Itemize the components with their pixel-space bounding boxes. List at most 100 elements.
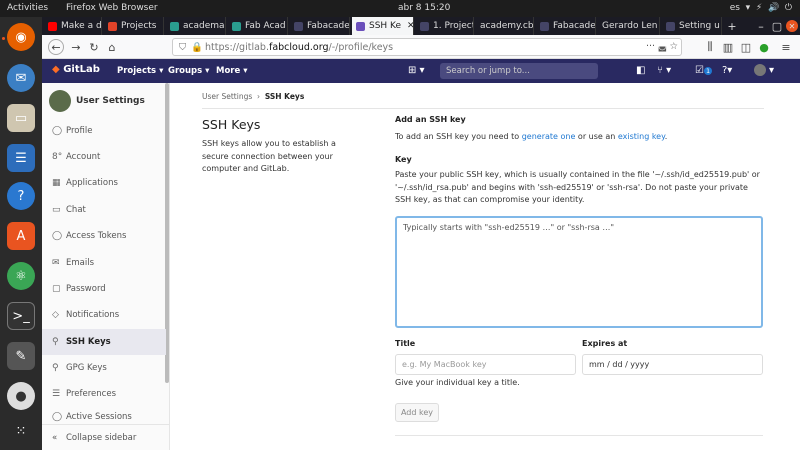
browser-tab[interactable]: Setting u [662, 17, 722, 35]
sidebar-item-gpg-keys[interactable]: ⚲ GPG Keys [42, 355, 166, 381]
intro-text: or use an [575, 132, 618, 141]
home-icon[interactable]: ⌂ [104, 39, 120, 55]
breadcrumb-parent[interactable]: User Settings [202, 92, 252, 101]
browser-tab[interactable]: academy.cba [476, 17, 534, 35]
url-path: /-/profile/keys [328, 42, 394, 53]
sidebar-title[interactable]: User Settings [76, 96, 145, 106]
page-actions-icon[interactable]: ··· [646, 41, 655, 52]
help-icon[interactable]: ? [7, 182, 35, 210]
extension-icon[interactable]: ● [756, 39, 772, 55]
sidebar-item-password[interactable]: ▢ Password [42, 276, 166, 302]
token-icon: ◯ [52, 231, 63, 241]
library-icon[interactable]: ⫼ [702, 39, 718, 55]
browser-tab[interactable]: Gerardo Len [598, 17, 660, 35]
existing-key-link[interactable]: existing key [618, 132, 665, 141]
browser-tab[interactable]: academa [166, 17, 226, 35]
generate-one-link[interactable]: generate one [522, 132, 576, 141]
new-item-icon[interactable]: ⊞ ▾ [408, 65, 425, 76]
screenshot-icon[interactable]: ◫ [738, 39, 754, 55]
browser-tab-strip: Make a d Projects academa Fab Acad Fabac… [42, 17, 800, 35]
system-tray[interactable]: es ▾ ⚡ 🔊 ⏻ [730, 3, 792, 13]
files-icon[interactable]: ▭ [7, 104, 35, 132]
expires-label: Expires at [582, 339, 628, 348]
language-indicator[interactable]: es [730, 3, 740, 13]
show-apps-icon[interactable]: ⁙ [7, 417, 35, 445]
breadcrumb-current[interactable]: SSH Keys [265, 92, 304, 101]
gitlab-logo[interactable]: ◆ GitLab [52, 64, 100, 75]
bookmark-star-icon[interactable]: ☆ [669, 41, 678, 52]
url-bar[interactable]: ⛉ 🔒 https://gitlab.fabcloud.org/-/profil… [172, 38, 682, 56]
minimize-icon[interactable]: – [754, 17, 768, 35]
os-top-bar: Activities Firefox Web Browser abr 8 15:… [0, 0, 800, 17]
browser-tab-active[interactable]: SSH Ke ✕ [352, 17, 414, 35]
issues-icon[interactable]: ◧ [636, 65, 645, 76]
add-key-intro: To add an SSH key you need to generate o… [395, 131, 667, 144]
nav-more[interactable]: More ▾ [216, 66, 248, 76]
url-text[interactable]: https://gitlab.fabcloud.org/-/profile/ke… [205, 42, 393, 53]
firefox-icon[interactable]: ◉ [7, 23, 35, 51]
nav-label: More [216, 66, 241, 76]
close-tab-icon[interactable]: ✕ [407, 21, 413, 31]
browser-tab[interactable]: Fabacade [290, 17, 350, 35]
browser-tab[interactable]: Fab Acad [228, 17, 288, 35]
sidebar-item-ssh-keys[interactable]: ⚲ SSH Keys [42, 329, 166, 355]
expires-date-input[interactable]: mm / dd / yyyy [582, 354, 763, 375]
avatar[interactable] [49, 90, 71, 112]
gimp-icon[interactable]: ✎ [7, 342, 35, 370]
sidebar-item-profile[interactable]: ◯ Profile [42, 118, 166, 144]
tab-label: academa [183, 21, 225, 31]
pocket-icon[interactable]: ◛ [658, 41, 667, 52]
sidebar-item-applications[interactable]: ▦ Applications [42, 170, 166, 196]
intro-text: . [664, 132, 668, 141]
main-content: User Settings › SSH Keys SSH Keys SSH ke… [171, 83, 800, 450]
writer-icon[interactable]: ☰ [7, 144, 35, 172]
tanuki-icon: ◆ [52, 64, 60, 75]
terminal-icon[interactable]: >_ [7, 302, 35, 330]
sidebar-item-preferences[interactable]: ☰ Preferences [42, 381, 166, 407]
merge-requests-icon[interactable]: ⑂ ▾ [657, 65, 671, 76]
browser-tab[interactable]: Make a d [44, 17, 102, 35]
lock-icon[interactable]: 🔒 [191, 42, 203, 53]
thunderbird-icon[interactable]: ✉ [7, 64, 35, 92]
browser-tab[interactable]: 1. Project [416, 17, 474, 35]
title-input[interactable]: e.g. My MacBook key [395, 354, 576, 375]
back-icon[interactable]: ← [48, 39, 64, 55]
nav-projects[interactable]: Projects ▾ [117, 66, 163, 76]
sidebar-item-active-sessions[interactable]: ◯ Active Sessions [42, 408, 166, 422]
maximize-icon[interactable]: ▢ [770, 17, 784, 35]
user-menu-chevron-icon[interactable]: ▾ [769, 65, 774, 76]
collapse-sidebar-button[interactable]: « Collapse sidebar [42, 424, 169, 450]
sidebar-item-chat[interactable]: ▭ Chat [42, 197, 166, 223]
atom-icon[interactable]: ⚛ [7, 262, 35, 290]
account-icon: 8° [52, 152, 63, 162]
forward-icon[interactable]: → [68, 39, 84, 55]
sidebar-item-account[interactable]: 8° Account [42, 144, 166, 170]
sidebar-item-access-tokens[interactable]: ◯ Access Tokens [42, 223, 166, 249]
software-icon[interactable]: A [7, 222, 35, 250]
divider [395, 435, 763, 436]
shield-icon[interactable]: ⛉ [179, 42, 186, 53]
sidebar-item-notifications[interactable]: ◇ Notifications [42, 302, 166, 328]
sidebar-icon[interactable]: ▥ [720, 39, 736, 55]
user-avatar[interactable] [754, 64, 766, 76]
sidebar-item-label: Account [66, 152, 101, 162]
nav-groups[interactable]: Groups ▾ [168, 66, 209, 76]
add-key-button[interactable]: Add key [395, 403, 439, 422]
app-menu[interactable]: Firefox Web Browser [66, 3, 158, 13]
key-textarea[interactable]: Typically starts with "ssh-ed25519 …" or… [395, 216, 763, 328]
todos-icon[interactable]: ☑ 1 [695, 65, 713, 76]
title-help-text: Give your individual key a title. [395, 378, 520, 387]
browser-tab[interactable]: Projects [104, 17, 164, 35]
search-input[interactable]: Search or jump to... [440, 63, 598, 79]
close-window-icon[interactable]: ✕ [786, 20, 798, 32]
new-tab-button[interactable]: + [724, 17, 740, 35]
browser-tab[interactable]: Fabacade [536, 17, 596, 35]
nav-label: Groups [168, 66, 203, 76]
clock[interactable]: abr 8 15:20 [398, 3, 450, 13]
disc-icon[interactable]: ● [7, 382, 35, 410]
reload-icon[interactable]: ↻ [86, 39, 102, 55]
menu-icon[interactable]: ≡ [778, 39, 794, 55]
help-icon[interactable]: ?▾ [722, 65, 732, 76]
activities-button[interactable]: Activities [7, 3, 48, 13]
sidebar-item-emails[interactable]: ✉ Emails [42, 250, 166, 276]
